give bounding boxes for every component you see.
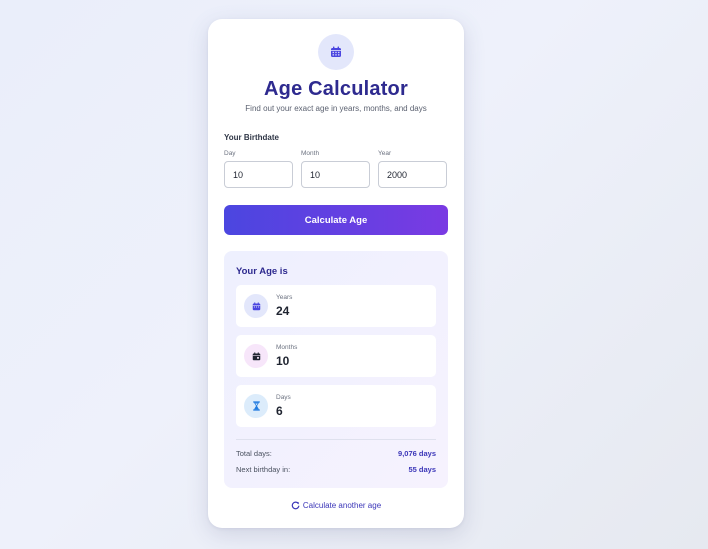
months-label: Months (276, 344, 298, 351)
next-birthday-row: Next birthday in: 55 days (236, 465, 436, 475)
calculate-age-button[interactable]: Calculate Age (224, 205, 448, 235)
calendar-icon (252, 301, 260, 310)
months-icon-badge (244, 344, 268, 368)
years-label: Years (276, 294, 293, 301)
year-label: Year (378, 150, 392, 157)
refresh-icon (291, 501, 300, 510)
age-calculator-card: Age Calculator Find out your exact age i… (208, 19, 464, 528)
month-input[interactable] (301, 161, 370, 188)
calculate-another-link[interactable]: Calculate another age (208, 501, 464, 510)
calendar-month-icon (252, 351, 260, 360)
days-icon-badge (244, 394, 268, 418)
next-birthday-value: 55 days (408, 465, 436, 474)
birthdate-section-label: Your Birthdate (224, 133, 279, 142)
years-icon-badge (244, 294, 268, 318)
logo-badge (318, 34, 354, 70)
page-subtitle: Find out your exact age in years, months… (245, 104, 427, 113)
page-title: Age Calculator (264, 78, 408, 100)
total-days-value: 9,076 days (398, 449, 436, 458)
years-stat-card: Years 24 (236, 285, 436, 327)
result-panel: Your Age is Years 24 Months 10 Days 6 To… (224, 251, 448, 488)
day-label: Day (224, 150, 236, 157)
hourglass-icon (252, 401, 260, 411)
year-input[interactable] (378, 161, 447, 188)
total-days-row: Total days: 9,076 days (236, 449, 436, 459)
year-field: Year (378, 150, 447, 188)
calendar-icon (331, 46, 341, 57)
next-birthday-label: Next birthday in: (236, 465, 291, 474)
day-field: Day (224, 150, 293, 188)
days-value: 6 (276, 404, 283, 418)
day-input[interactable] (224, 161, 293, 188)
days-label: Days (276, 394, 291, 401)
calculate-another-label: Calculate another age (302, 501, 382, 510)
total-days-label: Total days: (236, 449, 272, 458)
months-value: 10 (276, 354, 290, 368)
month-label: Month (301, 150, 320, 157)
years-value: 24 (276, 304, 290, 318)
months-stat-card: Months 10 (236, 335, 436, 377)
month-field: Month (301, 150, 370, 188)
result-title: Your Age is (236, 266, 288, 277)
days-stat-card: Days 6 (236, 385, 436, 427)
summary-divider (236, 439, 436, 440)
